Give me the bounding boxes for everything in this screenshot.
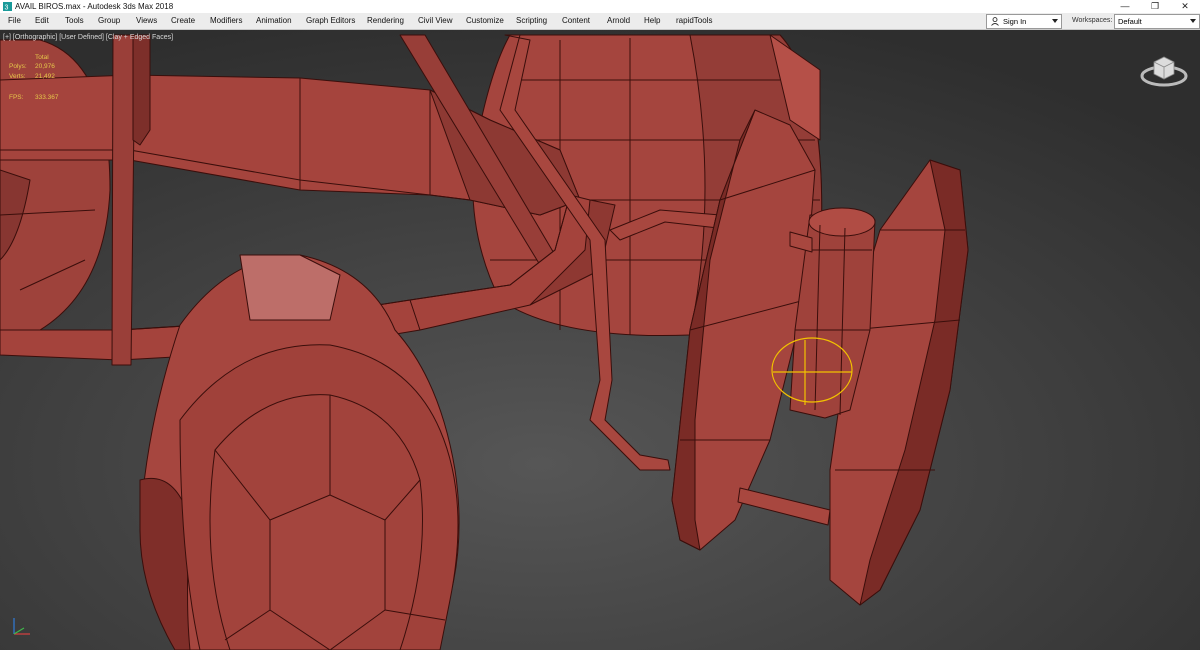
title-bar: 3 AVAIL BIROS.max - Autodesk 3ds Max 201… bbox=[0, 0, 1200, 13]
fps-value: 333.367 bbox=[35, 94, 59, 101]
menu-customize[interactable]: Customize bbox=[466, 15, 504, 27]
menu-rendering[interactable]: Rendering bbox=[367, 15, 404, 27]
menu-create[interactable]: Create bbox=[171, 15, 195, 27]
user-icon bbox=[991, 17, 999, 26]
workspaces-select[interactable]: Default bbox=[1114, 14, 1200, 29]
axis-tripod-icon bbox=[13, 618, 30, 635]
window-title: AVAIL BIROS.max - Autodesk 3ds Max 2018 bbox=[15, 2, 174, 11]
verts-value: 21,492 bbox=[35, 73, 55, 80]
vertical-post bbox=[111, 34, 136, 366]
stats-header: Total bbox=[35, 54, 49, 61]
sign-in-dropdown[interactable]: Sign In bbox=[986, 14, 1062, 29]
viewport-scene bbox=[0, 30, 1200, 650]
verts-label: Verts: bbox=[9, 73, 26, 80]
workspaces-label: Workspaces: bbox=[1072, 17, 1113, 24]
polys-label: Polys: bbox=[9, 63, 27, 70]
workspaces-value: Default bbox=[1118, 17, 1142, 26]
menu-edit[interactable]: Edit bbox=[35, 15, 49, 27]
close-button[interactable]: ✕ bbox=[1170, 0, 1200, 13]
fps-label: FPS: bbox=[9, 94, 24, 101]
menu-file[interactable]: File bbox=[8, 15, 21, 27]
restore-button[interactable]: ❐ bbox=[1140, 0, 1170, 13]
menu-group[interactable]: Group bbox=[98, 15, 120, 27]
svg-text:3: 3 bbox=[5, 5, 9, 12]
menu-content[interactable]: Content bbox=[562, 15, 590, 27]
menu-scripting[interactable]: Scripting bbox=[516, 15, 547, 27]
menu-arnold[interactable]: Arnold bbox=[607, 15, 630, 27]
viewcube-icon[interactable] bbox=[1140, 48, 1188, 88]
menu-modifiers[interactable]: Modifiers bbox=[210, 15, 242, 27]
perspective-viewport[interactable] bbox=[0, 30, 1200, 650]
menu-civil-view[interactable]: Civil View bbox=[418, 15, 453, 27]
3dsmax-app-icon: 3 bbox=[3, 2, 12, 11]
sign-in-label: Sign In bbox=[1003, 17, 1027, 26]
menu-help[interactable]: Help bbox=[644, 15, 660, 27]
menu-views[interactable]: Views bbox=[136, 15, 157, 27]
chevron-down-icon bbox=[1052, 19, 1058, 23]
chevron-down-icon bbox=[1190, 19, 1196, 23]
menu-tools[interactable]: Tools bbox=[65, 15, 84, 27]
viewport-label[interactable]: [+] [Orthographic] [User Defined] [Clay … bbox=[3, 33, 173, 43]
polys-value: 20,976 bbox=[35, 63, 55, 70]
minimize-button[interactable]: — bbox=[1110, 0, 1140, 13]
menu-animation[interactable]: Animation bbox=[256, 15, 292, 27]
menu-graph-editors[interactable]: Graph Editors bbox=[306, 15, 355, 27]
menu-rapidtools[interactable]: rapidTools bbox=[676, 15, 712, 27]
